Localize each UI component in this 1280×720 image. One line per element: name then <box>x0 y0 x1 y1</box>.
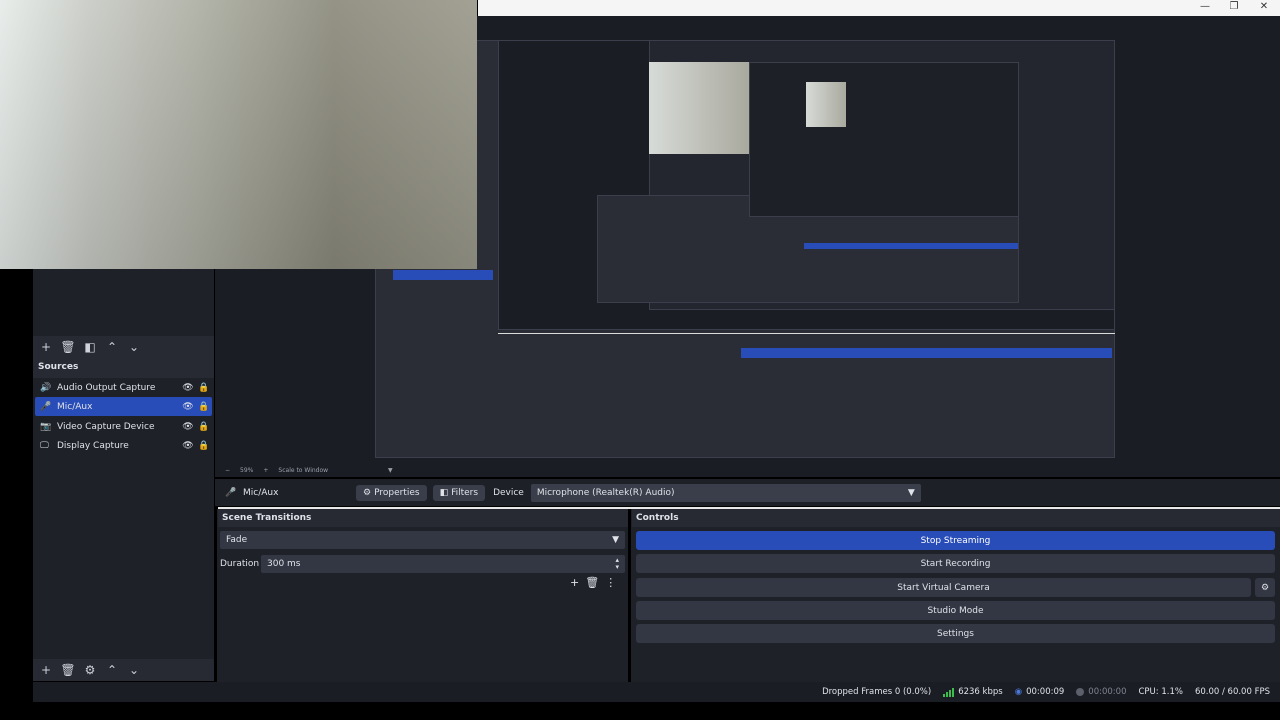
zoom-in-button[interactable]: + <box>263 467 268 474</box>
device-value: Microphone (Realtek(R) Audio) <box>536 487 675 498</box>
remove-transition-button[interactable]: 🗑 <box>585 576 599 589</box>
move-scene-down-button[interactable]: ⌄ <box>125 338 143 356</box>
source-label: Audio Output Capture <box>57 382 156 393</box>
signal-bars-icon <box>943 687 955 697</box>
filters-label: Filters <box>451 487 479 498</box>
chevron-down-icon: ▼ <box>907 487 915 498</box>
spin-arrows-icon[interactable]: ▴ ▾ <box>615 557 619 571</box>
chevron-down-icon: ▼ <box>612 535 619 545</box>
source-context-bar: 🎤 Mic/Aux ⚙ Properties ◧ Filters Device Mi… <box>215 479 1280 506</box>
filters-button[interactable]: ◧ Filters <box>432 484 486 501</box>
stream-time-value: 00:00:09 <box>1026 687 1065 697</box>
sources-toolbar: + 🗑 ⚙ ⌃ ⌄ <box>33 659 214 681</box>
nested-stop-streaming-2 <box>804 243 1018 249</box>
nested-camera <box>649 62 749 154</box>
scene-transitions-title: Scene Transitions <box>218 509 628 527</box>
filters-icon: ◧ <box>439 487 449 498</box>
visibility-eye-icon[interactable]: 👁 <box>180 422 196 432</box>
device-select[interactable]: Microphone (Realtek(R) Audio) ▼ <box>530 483 921 502</box>
lock-icon[interactable]: 🔒 <box>196 441 212 451</box>
cpu-usage: CPU: 1.1% <box>1138 687 1183 697</box>
gear-icon: ⚙ <box>363 487 372 498</box>
fps-readout: 60.00 / 60.00 FPS <box>1194 687 1270 697</box>
transition-toolbar: + 🗑 ⋮ <box>570 576 616 589</box>
microphone-icon: 🎤 <box>225 487 237 498</box>
scenes-toolbar: + 🗑 ◧ ⌃ ⌄ <box>33 336 214 358</box>
duration-spinbox[interactable]: 300 ms ▴ ▾ <box>261 555 625 573</box>
lock-icon[interactable]: 🔒 <box>196 402 212 412</box>
properties-button[interactable]: ⚙ Properties <box>356 484 427 501</box>
camera-icon: 📷 <box>40 421 52 432</box>
visibility-eye-icon[interactable]: 👁 <box>180 383 196 393</box>
camera-feed-overlay <box>0 0 477 269</box>
zoom-mode-select[interactable]: Scale to Window <box>278 467 328 474</box>
restore-button[interactable]: ❐ <box>1219 0 1249 14</box>
source-label: Display Capture <box>57 440 129 451</box>
move-source-up-button[interactable]: ⌃ <box>103 661 121 679</box>
minimize-button[interactable]: — <box>1190 0 1220 14</box>
nested-stop-streaming <box>741 348 1112 358</box>
transition-select[interactable]: Fade ▼ <box>220 531 625 549</box>
source-properties-gear-icon[interactable]: ⚙ <box>81 661 99 679</box>
studio-mode-button[interactable]: Studio Mode <box>636 601 1275 620</box>
lock-icon[interactable]: 🔒 <box>196 422 212 432</box>
monitor-icon: 🖵 <box>40 440 49 451</box>
remove-scene-button[interactable]: 🗑 <box>59 338 77 356</box>
duration-label: Duration <box>220 559 260 569</box>
move-source-down-button[interactable]: ⌄ <box>125 661 143 679</box>
add-scene-button[interactable]: + <box>37 338 55 356</box>
nested-camera-2 <box>806 82 846 127</box>
chevron-down-icon[interactable]: ▼ <box>388 467 393 474</box>
device-label: Device <box>493 487 524 498</box>
add-source-button[interactable]: + <box>37 661 55 679</box>
stop-streaming-button[interactable]: Stop Streaming <box>636 531 1275 550</box>
source-item-display-capture[interactable]: 🖵 Display Capture 👁 🔒 <box>35 436 212 455</box>
more-options-icon[interactable]: ⋮ <box>605 576 616 589</box>
context-source-name: Mic/Aux <box>243 487 279 498</box>
nested-preview-5 <box>749 62 1019 217</box>
status-bar: Dropped Frames 0 (0.0%) 6236 kbps ◉ 00:0… <box>33 682 1280 702</box>
speaker-icon: 🔊 <box>40 382 52 393</box>
transition-value: Fade <box>226 535 248 545</box>
window-titlebar: — ❐ ✕ <box>478 0 1280 16</box>
bitrate-value: 6236 kbps <box>958 687 1003 697</box>
properties-label: Properties <box>374 487 420 498</box>
start-virtual-camera-button[interactable]: Start Virtual Camera <box>636 578 1251 597</box>
sources-title: Sources <box>33 358 214 378</box>
source-item-video-capture-device[interactable]: 📷 Video Capture Device 👁 🔒 <box>35 417 212 436</box>
record-timer: 00:00:00 <box>1076 687 1126 697</box>
close-button[interactable]: ✕ <box>1249 0 1279 14</box>
visibility-eye-icon[interactable]: 👁 <box>180 441 196 451</box>
nested-divider <box>498 333 1115 334</box>
source-item-audio-output-capture[interactable]: 🔊 Audio Output Capture 👁 🔒 <box>35 378 212 397</box>
lock-icon[interactable]: 🔒 <box>196 383 212 393</box>
scene-filters-button[interactable]: ◧ <box>81 338 99 356</box>
duration-value: 300 ms <box>267 559 301 569</box>
move-scene-up-button[interactable]: ⌃ <box>103 338 121 356</box>
zoom-out-button[interactable]: − <box>225 467 230 474</box>
bitrate-indicator: 6236 kbps <box>943 687 1003 697</box>
virtual-camera-settings-gear-icon[interactable]: ⚙ <box>1255 578 1275 597</box>
stream-status-icon: ◉ <box>1014 687 1023 697</box>
source-item-mic-aux[interactable]: 🎤 Mic/Aux 👁 🔒 <box>35 397 212 416</box>
record-status-icon <box>1076 688 1085 696</box>
controls-title: Controls <box>632 509 1280 527</box>
microphone-icon: 🎤 <box>40 401 52 412</box>
stream-timer: ◉ 00:00:09 <box>1015 687 1065 697</box>
add-transition-button[interactable]: + <box>570 576 579 589</box>
source-label: Video Capture Device <box>57 421 155 432</box>
dropped-frames: Dropped Frames 0 (0.0%) <box>822 687 932 697</box>
remove-source-button[interactable]: 🗑 <box>59 661 77 679</box>
visibility-eye-icon[interactable]: 👁 <box>180 402 196 412</box>
settings-button[interactable]: Settings <box>636 624 1275 643</box>
source-label: Mic/Aux <box>57 401 93 412</box>
zoom-level: 59% <box>240 466 254 474</box>
nested-selected-source <box>393 270 493 280</box>
record-time-value: 00:00:00 <box>1088 687 1127 697</box>
start-recording-button[interactable]: Start Recording <box>636 554 1275 573</box>
preview-zoom-bar: − 59% + Scale to Window ▼ <box>215 463 1280 477</box>
